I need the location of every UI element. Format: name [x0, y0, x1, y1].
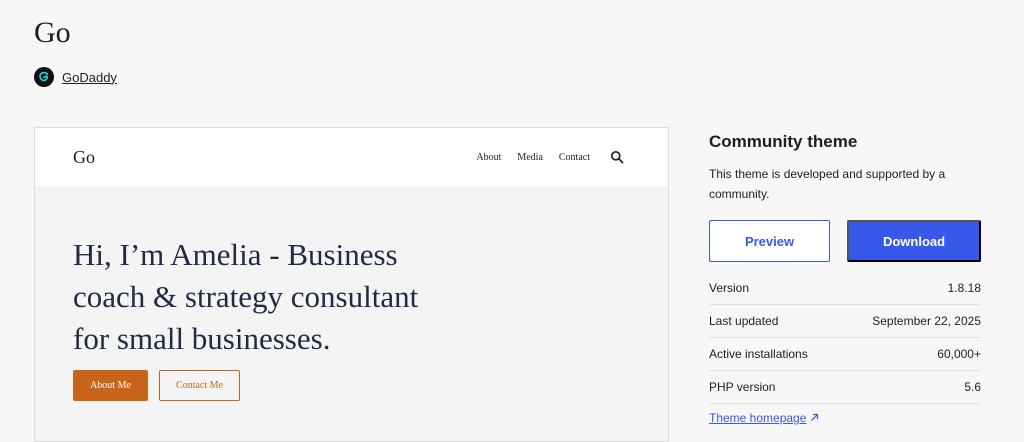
meta-value: 5.6 — [964, 380, 981, 394]
godaddy-logo-icon — [34, 67, 54, 87]
community-theme-description: This theme is developed and supported by… — [709, 167, 946, 201]
external-link-icon — [810, 411, 819, 425]
meta-value: September 22, 2025 — [872, 314, 981, 328]
preview-headline: Hi, I’m Amelia - Business coach & strate… — [73, 237, 419, 356]
meta-label: Active installations — [709, 347, 808, 361]
preview-nav-contact: Contact — [558, 151, 590, 163]
author: GoDaddy — [34, 67, 117, 87]
preview-buttons: About Me Contact Me — [73, 370, 630, 401]
preview-hero: Hi, I’m Amelia - Business coach & strate… — [35, 186, 668, 401]
meta-row-php-version: PHP version 5.6 — [709, 371, 981, 404]
preview-logo: Go — [73, 146, 95, 167]
theme-homepage-label: Theme homepage — [709, 411, 807, 425]
meta-value: 60,000+ — [937, 347, 981, 361]
meta-label: Last updated — [709, 314, 779, 328]
theme-meta: Version 1.8.18 Last updated September 22… — [709, 272, 981, 404]
preview-button[interactable]: Preview — [709, 220, 831, 262]
meta-row-last-updated: Last updated September 22, 2025 — [709, 305, 981, 338]
theme-sidebar: Community theme This theme is developed … — [709, 127, 981, 427]
page-title: Go — [34, 16, 71, 49]
meta-row-version: Version 1.8.18 — [709, 272, 981, 305]
action-buttons: Preview Download — [709, 220, 981, 262]
meta-label: Version — [709, 281, 750, 295]
theme-homepage-link[interactable]: Theme homepage — [709, 411, 819, 425]
preview-header: Go About Media Contact — [35, 128, 668, 186]
preview-nav: About Media Contact — [476, 128, 624, 186]
meta-row-active-installations: Active installations 60,000+ — [709, 338, 981, 371]
download-button[interactable]: Download — [847, 220, 981, 262]
theme-preview[interactable]: Go About Media Contact Hi, I’m Amelia - … — [34, 127, 669, 442]
meta-value: 1.8.18 — [947, 281, 981, 295]
author-link[interactable]: GoDaddy — [62, 70, 117, 85]
community-theme-heading: Community theme — [709, 132, 858, 151]
preview-about-me-button: About Me — [73, 370, 148, 401]
meta-label: PHP version — [709, 380, 776, 394]
preview-contact-me-button: Contact Me — [159, 370, 240, 401]
preview-nav-about: About — [476, 151, 502, 163]
search-icon — [610, 150, 624, 164]
preview-nav-media: Media — [517, 151, 543, 163]
